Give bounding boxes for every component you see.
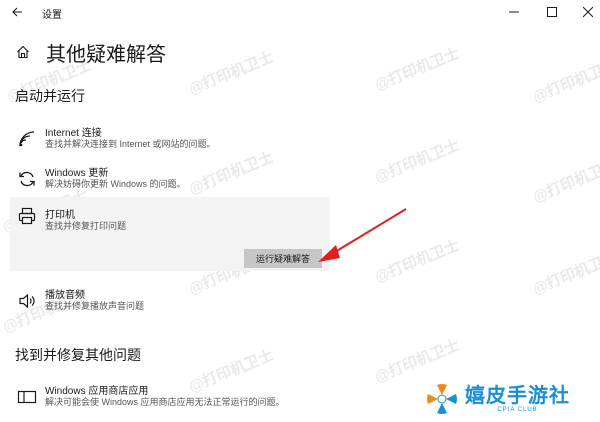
troubleshooter-internet[interactable]: Internet 连接 查找并解决连接到 Internet 或网站的问题。: [10, 124, 330, 154]
troubleshooter-description: 查找并修复打印问题: [45, 221, 127, 231]
troubleshooter-description: 查找并解决连接到 Internet 或网站的问题。: [45, 139, 216, 149]
maximize-button[interactable]: [534, 0, 570, 24]
troubleshooter-audio[interactable]: 播放音频 查找并修复播放声音问题: [10, 286, 330, 316]
watermark: @打印机卫士: [530, 156, 600, 207]
logo-brand-text: 嬉皮手游社: [465, 385, 570, 407]
troubleshooter-description: 查找并修复播放声音问题: [45, 301, 145, 311]
close-icon: [583, 7, 593, 17]
minimize-button[interactable]: [496, 0, 532, 24]
section-title-getting-up: 启动并运行: [15, 88, 85, 104]
logo-sub-text: CPIA CLUB: [497, 407, 538, 413]
refresh-icon: [16, 168, 38, 190]
watermark: @打印机卫士: [372, 136, 462, 187]
minimize-icon: [509, 11, 519, 13]
window-title: 设置: [42, 10, 62, 21]
watermark: @打印机卫士: [530, 56, 600, 107]
troubleshooter-windows-update[interactable]: Windows 更新 解决妨碍你更新 Windows 的问题。: [10, 164, 330, 194]
run-troubleshooter-button[interactable]: 运行疑难解答: [244, 249, 322, 268]
troubleshooter-store-apps[interactable]: Windows 应用商店应用 解决可能会使 Windows 应用商店应用无法正常…: [10, 382, 350, 412]
home-icon: [17, 45, 29, 59]
troubleshooter-description: 解决妨碍你更新 Windows 的问题。: [45, 179, 186, 189]
speaker-icon: [16, 290, 38, 312]
title-bar: 设置: [0, 0, 600, 24]
back-arrow-icon: [12, 7, 22, 17]
app-window-icon: [16, 386, 38, 408]
watermark: @打印机卫士: [372, 44, 462, 95]
pinwheel-logo-icon: [427, 384, 457, 414]
close-button[interactable]: [570, 0, 600, 24]
back-button[interactable]: [8, 3, 26, 21]
page-header: 其他疑难解答: [14, 38, 166, 66]
troubleshooter-printer[interactable]: 打印机 查找并修复打印问题 运行疑难解答: [10, 197, 330, 271]
printer-icon: [16, 205, 38, 227]
home-button[interactable]: [14, 43, 32, 61]
section-title-other-problems: 找到并修复其他问题: [15, 347, 141, 363]
wifi-icon: [16, 128, 38, 150]
maximize-icon: [547, 7, 557, 17]
watermark: @打印机卫士: [530, 248, 600, 299]
watermark: @打印机卫士: [372, 236, 462, 287]
troubleshooter-description: 解决可能会使 Windows 应用商店应用无法正常运行的问题。: [45, 397, 285, 407]
watermark: @打印机卫士: [186, 48, 276, 99]
brand-logo: 嬉皮手游社 CPIA CLUB: [425, 380, 575, 418]
page-title: 其他疑难解答: [46, 43, 166, 66]
